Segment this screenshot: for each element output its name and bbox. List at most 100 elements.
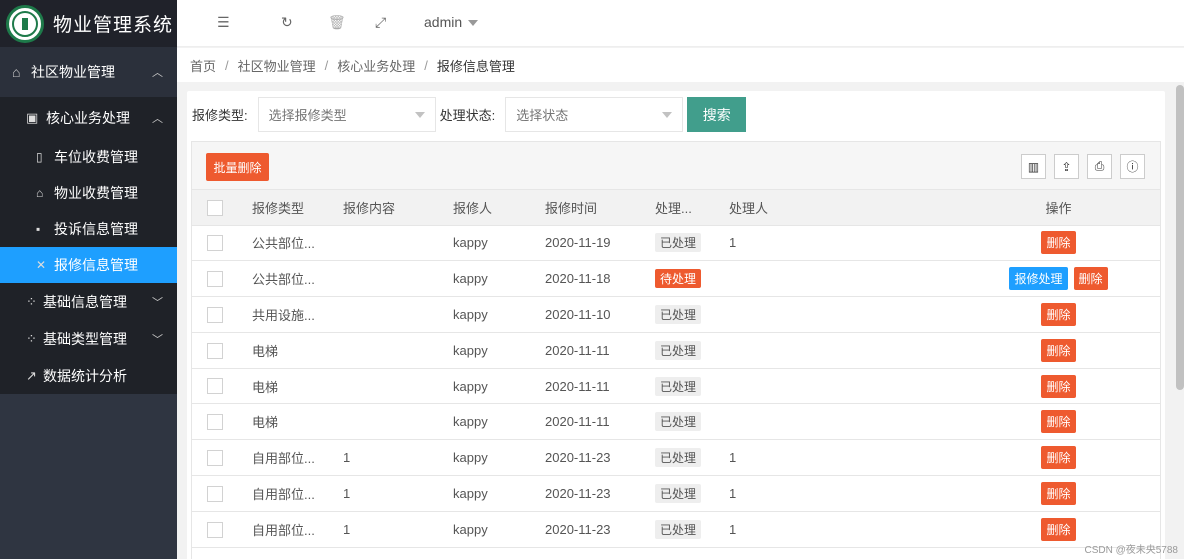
delete-button[interactable]: 删除	[1041, 481, 1076, 505]
process-button[interactable]: 报修处理	[1009, 267, 1068, 291]
row-checkbox[interactable]	[192, 439, 242, 477]
delete-button[interactable]: 删除	[1041, 517, 1076, 541]
cell-type: 自用部位...	[242, 475, 333, 512]
sidebar-item-label: 社区物业管理	[31, 64, 115, 80]
cell-handler	[719, 332, 955, 369]
status-placeholder: 选择状态	[516, 108, 569, 123]
table-header-row: 报修类型 报修内容 报修人 报修时间 处理... 处理人 操作	[192, 190, 1160, 226]
refresh-icon[interactable]: ↻	[281, 14, 293, 31]
breadcrumb-home[interactable]: 首页	[190, 56, 216, 75]
cell-time: 2020-11-23	[535, 439, 645, 477]
sidebar-item-label: 报修信息管理	[54, 257, 138, 273]
cell-status: 已处理	[645, 368, 719, 405]
row-checkbox[interactable]	[192, 332, 242, 369]
cell-actions: 删除	[955, 475, 1160, 512]
delete-button[interactable]: 删除	[1041, 446, 1076, 470]
sidebar-item-label: 基础信息管理	[43, 293, 127, 310]
row-checkbox[interactable]	[192, 403, 242, 441]
cell-time: 2020-11-23	[535, 475, 645, 512]
cell-handler: 1	[719, 511, 955, 548]
tools-icon: ✕	[36, 258, 47, 272]
sidebar-item-label: 车位收费管理	[54, 149, 138, 165]
cell-reporter: kappy	[443, 260, 535, 298]
status-filter-label: 处理状态:	[439, 108, 496, 123]
breadcrumb: 首页 / 社区物业管理 / 核心业务处理 / 报修信息管理	[177, 48, 1184, 82]
logo-bar: 物业管理系统	[0, 0, 177, 47]
table-row: 电梯 kappy 2020-11-11 已处理 删除	[192, 332, 1160, 369]
sidebar-item-parking-fee[interactable]: ▯ 车位收费管理	[0, 139, 177, 175]
columns-icon[interactable]: ▥	[1021, 154, 1046, 179]
batch-delete-button[interactable]: 批量删除	[206, 153, 269, 181]
cell-content	[333, 260, 443, 298]
status-select[interactable]: 选择状态	[505, 97, 684, 132]
sidebar-item-community[interactable]: ⌂ 社区物业管理 ︿	[0, 47, 177, 97]
row-checkbox[interactable]	[192, 260, 242, 298]
col-handler[interactable]: 处理人	[719, 190, 955, 226]
trash-icon[interactable]: 🗑	[328, 14, 346, 31]
col-status[interactable]: 处理...	[645, 190, 719, 226]
delete-button[interactable]: 删除	[1041, 302, 1076, 326]
row-checkbox[interactable]	[192, 368, 242, 405]
cell-type: 自用部位...	[242, 511, 333, 548]
sidebar-item-property-fee[interactable]: ⌂ 物业收费管理	[0, 175, 177, 211]
col-type[interactable]: 报修类型	[242, 190, 333, 226]
cell-content	[333, 225, 443, 262]
cell-handler	[719, 368, 955, 405]
sidebar-item-label: 投诉信息管理	[54, 221, 138, 237]
sidebar-item-basic-types[interactable]: ⁘ 基础类型管理 ﹀	[0, 320, 177, 357]
sidebar-item-core-business[interactable]: ▣ 核心业务处理 ︿	[0, 97, 177, 139]
chart-icon: ↗	[26, 367, 37, 383]
breadcrumb-community[interactable]: 社区物业管理	[238, 56, 316, 75]
fullscreen-icon[interactable]: ⤢	[375, 14, 386, 31]
delete-button[interactable]: 删除	[1041, 231, 1076, 255]
row-checkbox[interactable]	[192, 511, 242, 548]
cell-content	[333, 296, 443, 333]
cell-actions: 删除	[955, 225, 1160, 262]
export-icon[interactable]: ⇪	[1054, 154, 1079, 179]
delete-button[interactable]: 删除	[1073, 267, 1108, 291]
sidebar-item-statistics[interactable]: ↗ 数据统计分析	[0, 357, 177, 394]
col-content[interactable]: 报修内容	[333, 190, 443, 226]
monitor-icon: ▣	[26, 110, 39, 125]
breadcrumb-current: 报修信息管理	[436, 58, 515, 74]
table-row: 公共部位... kappy 2020-11-19 已处理 1 删除	[192, 225, 1160, 262]
cell-type: 自用部位...	[242, 439, 333, 477]
cell-status: 已处理	[645, 475, 719, 512]
col-actions: 操作	[955, 190, 1160, 226]
sidebar-item-repairs[interactable]: ✕ 报修信息管理	[0, 247, 177, 283]
table-row: 自用部位... 1 kappy 2020-11-23 已处理 1 删除	[192, 511, 1160, 548]
cell-status: 已处理	[645, 332, 719, 369]
delete-button[interactable]: 删除	[1041, 410, 1076, 434]
cell-type: 电梯	[242, 368, 333, 405]
grid-icon: ⁘	[26, 330, 37, 346]
delete-button[interactable]: 删除	[1041, 338, 1076, 362]
search-button[interactable]: 搜索	[687, 97, 747, 132]
select-all-checkbox[interactable]	[192, 190, 242, 226]
repair-type-select[interactable]: 选择报修类型	[257, 97, 436, 132]
repair-type-placeholder: 选择报修类型	[268, 108, 347, 123]
sidebar-item-complaints[interactable]: ▪ 投诉信息管理	[0, 211, 177, 247]
cell-reporter: kappy	[443, 475, 535, 512]
sidebar-item-label: 数据统计分析	[43, 367, 127, 384]
sidebar-item-basic-info[interactable]: ⁘ 基础信息管理 ﹀	[0, 283, 177, 320]
col-time[interactable]: 报修时间	[535, 190, 645, 226]
col-reporter[interactable]: 报修人	[443, 190, 535, 226]
menu-fold-icon[interactable]: ☰	[217, 14, 230, 31]
watermark: CSDN @夜未央5788	[1084, 545, 1178, 556]
row-checkbox[interactable]	[192, 475, 242, 512]
scrollbar[interactable]	[1176, 85, 1184, 390]
cell-status: 已处理	[645, 511, 719, 548]
school-logo-icon	[6, 4, 44, 43]
repair-table: 批量删除 ▥ ⇪ ⎙ ⓘ 报修类型 报修内容 报修人 报修时间 处理... 处理…	[191, 141, 1161, 559]
row-checkbox[interactable]	[192, 225, 242, 262]
user-menu[interactable]: admin	[424, 14, 479, 30]
grid-icon: ⁘	[26, 293, 37, 309]
breadcrumb-core[interactable]: 核心业务处理	[337, 56, 415, 75]
row-checkbox[interactable]	[192, 296, 242, 333]
cell-reporter: kappy	[443, 332, 535, 369]
info-icon[interactable]: ⓘ	[1120, 154, 1145, 179]
delete-button[interactable]: 删除	[1041, 374, 1076, 398]
data-table: 报修类型 报修内容 报修人 报修时间 处理... 处理人 操作 公共部位... k…	[192, 190, 1160, 548]
square-icon: ▪	[36, 222, 41, 236]
print-icon[interactable]: ⎙	[1087, 154, 1112, 179]
